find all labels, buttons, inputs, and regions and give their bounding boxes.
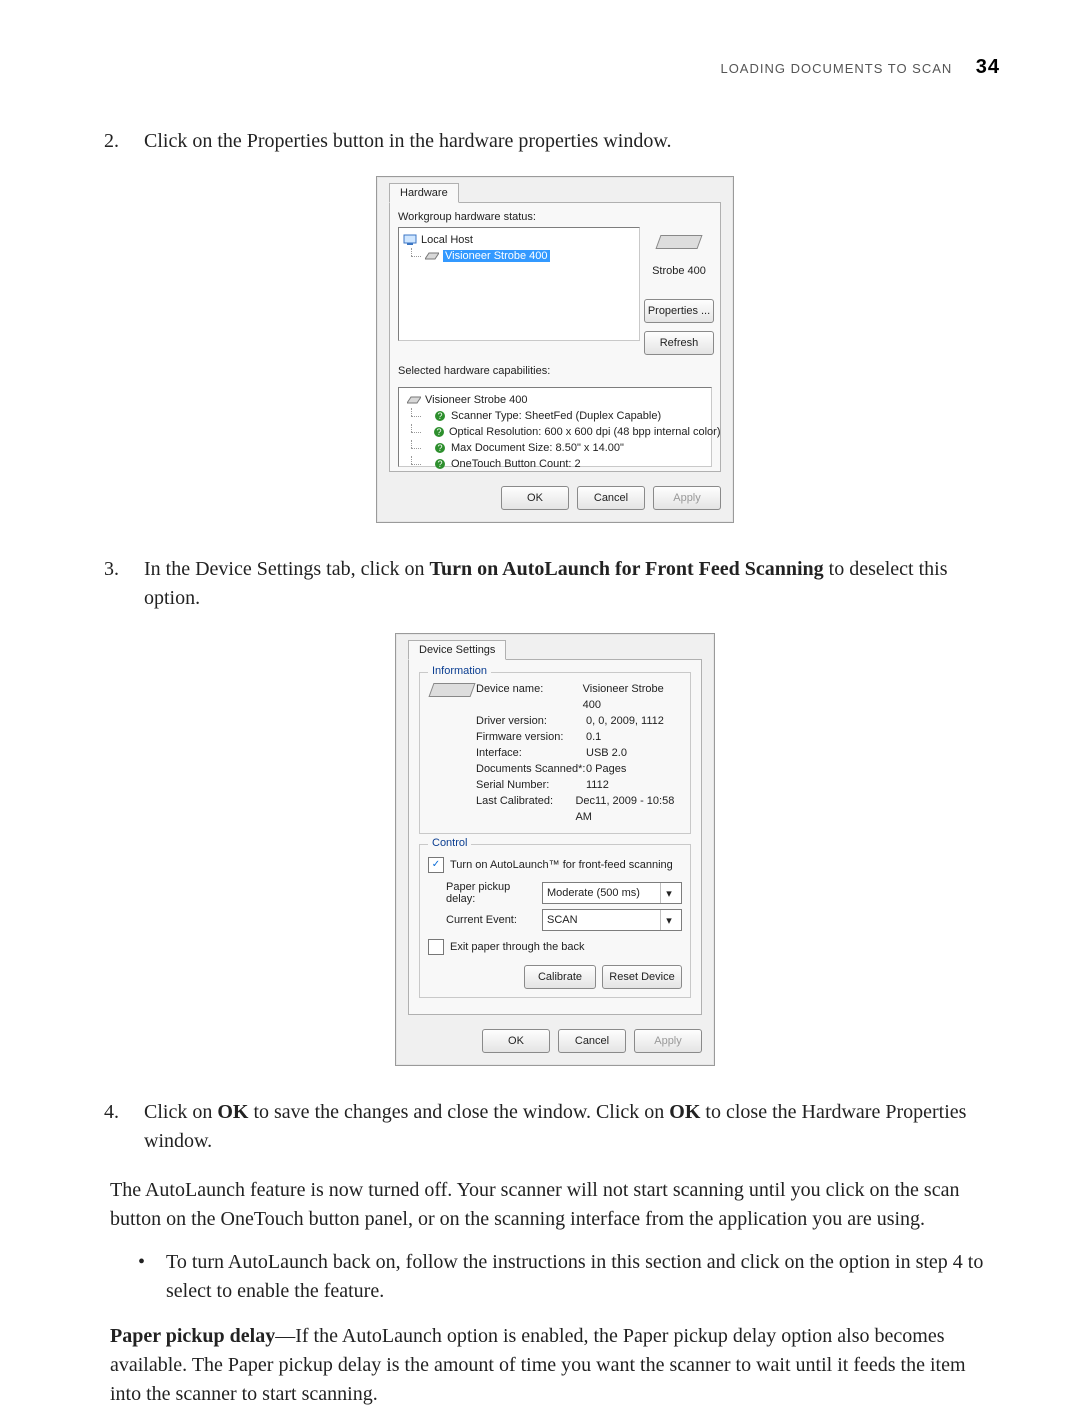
device-thumb-caption: Strobe 400 bbox=[652, 265, 706, 277]
section-title: LOADING DOCUMENTS TO SCAN bbox=[720, 61, 952, 76]
paper-delay-label: Paper pickup delay: bbox=[446, 881, 542, 905]
caps-item: ? Optical Resolution: 600 x 600 dpi (48 … bbox=[403, 424, 707, 440]
scanner-icon bbox=[425, 250, 439, 262]
paper-delay-combo[interactable]: Moderate (500 ms) ▾ bbox=[542, 882, 682, 904]
current-event-value: SCAN bbox=[547, 914, 578, 926]
info-icon: ? bbox=[433, 426, 445, 438]
body-paragraph: The AutoLaunch feature is now turned off… bbox=[110, 1176, 1000, 1234]
exit-back-checkbox[interactable] bbox=[428, 939, 444, 955]
information-group: Information Device name:Visioneer Strobe… bbox=[419, 672, 691, 834]
hardware-tree[interactable]: Local Host Visioneer Strobe 400 bbox=[398, 227, 640, 341]
bullet-item: • To turn AutoLaunch back on, follow the… bbox=[138, 1248, 1000, 1306]
tree-child[interactable]: Visioneer Strobe 400 bbox=[403, 248, 635, 264]
caps-tree[interactable]: Visioneer Strobe 400 ? Scanner Type: She… bbox=[398, 387, 712, 467]
tree-root[interactable]: Local Host bbox=[403, 232, 635, 248]
step-text: Click on OK to save the changes and clos… bbox=[144, 1098, 1000, 1156]
scanner-icon bbox=[407, 394, 421, 406]
bullet-marker: • bbox=[138, 1248, 166, 1306]
hardware-dialog: Hardware Workgroup hardware status: Loca… bbox=[376, 176, 734, 523]
calibrate-button[interactable]: Calibrate bbox=[524, 965, 596, 989]
body-paragraph: Paper pickup delay—If the AutoLaunch opt… bbox=[110, 1322, 1000, 1409]
caps-root[interactable]: Visioneer Strobe 400 bbox=[403, 392, 707, 408]
tab-hardware[interactable]: Hardware bbox=[389, 183, 459, 203]
step-3: 3. In the Device Settings tab, click on … bbox=[104, 555, 1000, 613]
tree-root-label: Local Host bbox=[421, 234, 473, 246]
step-number: 4. bbox=[104, 1098, 144, 1156]
hardware-status-label: Workgroup hardware status: bbox=[398, 211, 712, 223]
info-icon: ? bbox=[433, 458, 447, 470]
chevron-down-icon: ▾ bbox=[660, 883, 677, 903]
group-legend: Control bbox=[428, 837, 471, 849]
caps-item: ? OneTouch Button Count: 2 bbox=[403, 456, 707, 472]
step-text: In the Device Settings tab, click on Tur… bbox=[144, 555, 1000, 613]
device-settings-dialog: Device Settings Information Device name:… bbox=[395, 633, 715, 1066]
control-group: Control ✓ Turn on AutoLaunch™ for front-… bbox=[419, 844, 691, 998]
caps-item: ? Max Document Size: 8.50" x 14.00" bbox=[403, 440, 707, 456]
tree-child-label: Visioneer Strobe 400 bbox=[443, 250, 550, 262]
apply-button[interactable]: Apply bbox=[634, 1029, 702, 1053]
group-legend: Information bbox=[428, 665, 491, 677]
autolaunch-checkbox[interactable]: ✓ bbox=[428, 857, 444, 873]
svg-text:?: ? bbox=[437, 459, 442, 469]
info-icon: ? bbox=[433, 442, 447, 454]
autolaunch-label: Turn on AutoLaunch™ for front-feed scann… bbox=[450, 859, 673, 871]
chevron-down-icon: ▾ bbox=[660, 910, 677, 930]
tab-device-settings[interactable]: Device Settings bbox=[408, 640, 506, 660]
step-number: 3. bbox=[104, 555, 144, 613]
properties-button[interactable]: Properties ... bbox=[644, 299, 714, 323]
current-event-combo[interactable]: SCAN ▾ bbox=[542, 909, 682, 931]
refresh-button[interactable]: Refresh bbox=[644, 331, 714, 355]
cancel-button[interactable]: Cancel bbox=[558, 1029, 626, 1053]
ok-button[interactable]: OK bbox=[501, 486, 569, 510]
svg-text:?: ? bbox=[436, 427, 441, 437]
current-event-label: Current Event: bbox=[446, 914, 542, 926]
caps-item: ? Scanner Type: SheetFed (Duplex Capable… bbox=[403, 408, 707, 424]
step-4: 4. Click on OK to save the changes and c… bbox=[104, 1098, 1000, 1156]
svg-text:?: ? bbox=[437, 411, 442, 421]
exit-back-label: Exit paper through the back bbox=[450, 941, 585, 953]
caps-root-label: Visioneer Strobe 400 bbox=[425, 394, 528, 406]
caps-label: Selected hardware capabilities: bbox=[398, 365, 712, 377]
svg-text:?: ? bbox=[437, 443, 442, 453]
reset-device-button[interactable]: Reset Device bbox=[602, 965, 682, 989]
step-text: Click on the Properties button in the ha… bbox=[144, 127, 1000, 156]
device-thumbnail bbox=[651, 227, 707, 257]
step-number: 2. bbox=[104, 127, 144, 156]
bullet-text: To turn AutoLaunch back on, follow the i… bbox=[166, 1248, 1000, 1306]
apply-button[interactable]: Apply bbox=[653, 486, 721, 510]
page-number: 34 bbox=[976, 56, 1000, 78]
page-header: LOADING DOCUMENTS TO SCAN 34 bbox=[110, 56, 1000, 79]
paper-delay-value: Moderate (500 ms) bbox=[547, 887, 640, 899]
info-icon: ? bbox=[433, 410, 447, 422]
device-image bbox=[428, 681, 476, 825]
ok-button[interactable]: OK bbox=[482, 1029, 550, 1053]
host-icon bbox=[403, 234, 417, 246]
cancel-button[interactable]: Cancel bbox=[577, 486, 645, 510]
step-2: 2. Click on the Properties button in the… bbox=[104, 127, 1000, 156]
